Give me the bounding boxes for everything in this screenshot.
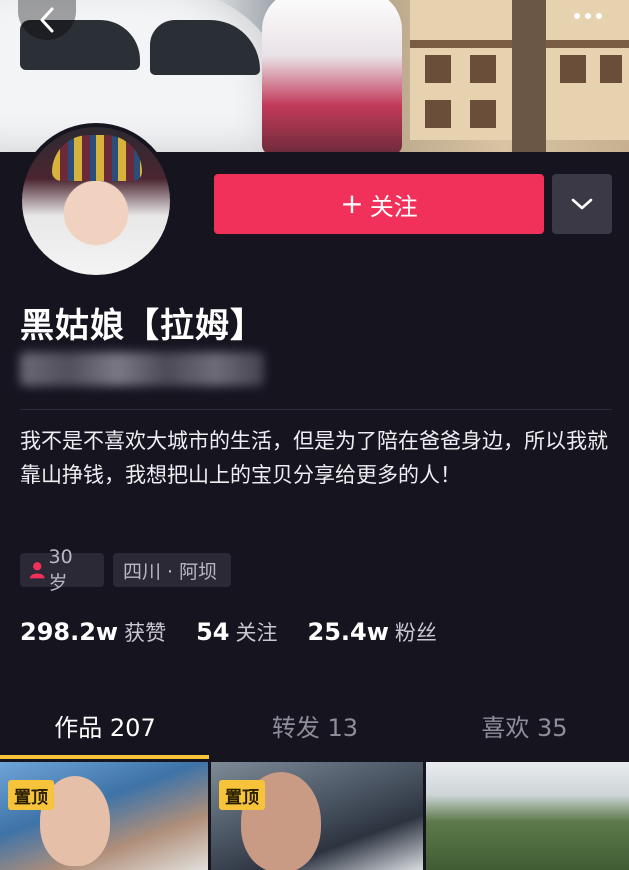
stat-value: 298.2w [20, 618, 119, 646]
avatar-headdress [52, 135, 142, 181]
stat-following[interactable]: 54 关注 [196, 617, 277, 647]
chevron-left-icon [40, 7, 54, 33]
cover-tree [512, 0, 546, 152]
video-grid: 置顶 置顶 [0, 762, 629, 870]
active-tab-indicator [0, 755, 209, 759]
follow-button[interactable]: + 关注 [214, 174, 544, 234]
tab-reposts[interactable]: 转发 13 [210, 700, 420, 750]
plus-icon: + [340, 187, 364, 220]
pinned-badge: 置顶 [219, 780, 265, 810]
cover-window [600, 55, 622, 83]
cover-window [425, 55, 451, 83]
cover-window [470, 55, 496, 83]
stat-value: 25.4w [307, 618, 389, 646]
female-icon [29, 562, 45, 579]
video-thumbnail[interactable]: 置顶 [0, 762, 208, 870]
stat-value: 54 [196, 618, 230, 646]
more-dot [596, 13, 602, 19]
avatar[interactable] [18, 123, 174, 279]
more-button[interactable] [560, 6, 616, 26]
cover-window [560, 55, 586, 83]
cover-window [425, 100, 451, 128]
avatar-image [22, 127, 170, 275]
blurred-user-id [20, 352, 264, 386]
stat-label: 关注 [235, 621, 278, 645]
chevron-down-icon [571, 198, 593, 210]
tab-likes[interactable]: 喜欢 35 [420, 700, 629, 750]
stat-followers[interactable]: 25.4w 粉丝 [308, 617, 437, 647]
profile-name: 黑姑娘【拉姆】 [20, 306, 265, 346]
more-dot [574, 13, 580, 19]
location-tag: 四川 · 阿坝 [113, 553, 231, 587]
stat-likes: 298.2w 获赞 [20, 617, 166, 647]
video-thumbnail[interactable]: 置顶 [211, 762, 423, 870]
cover-person [262, 0, 402, 152]
stat-label: 获赞 [124, 621, 167, 645]
pinned-badge: 置顶 [8, 780, 54, 810]
profile-bio: 我不是不喜欢大城市的生活，但是为了陪在爸爸身边，所以我就靠山挣钱，我想把山上的宝… [20, 429, 608, 487]
profile-stats: 298.2w 获赞 54 关注 25.4w 粉丝 [20, 617, 467, 651]
age-label: 30 岁 [48, 545, 73, 594]
stat-label: 粉丝 [394, 621, 437, 645]
recommend-dropdown-button[interactable] [552, 174, 612, 234]
location-label: 四川 · 阿坝 [123, 560, 218, 583]
divider [20, 409, 612, 410]
content-tabs: 作品 207 转发 13 喜欢 35 [0, 700, 629, 756]
more-dot [585, 13, 591, 19]
age-tag: 30 岁 [20, 546, 104, 594]
tab-works[interactable]: 作品 207 [0, 700, 210, 750]
cover-window [470, 100, 496, 128]
video-thumbnail[interactable] [426, 762, 629, 870]
follow-label: 关注 [369, 192, 418, 221]
